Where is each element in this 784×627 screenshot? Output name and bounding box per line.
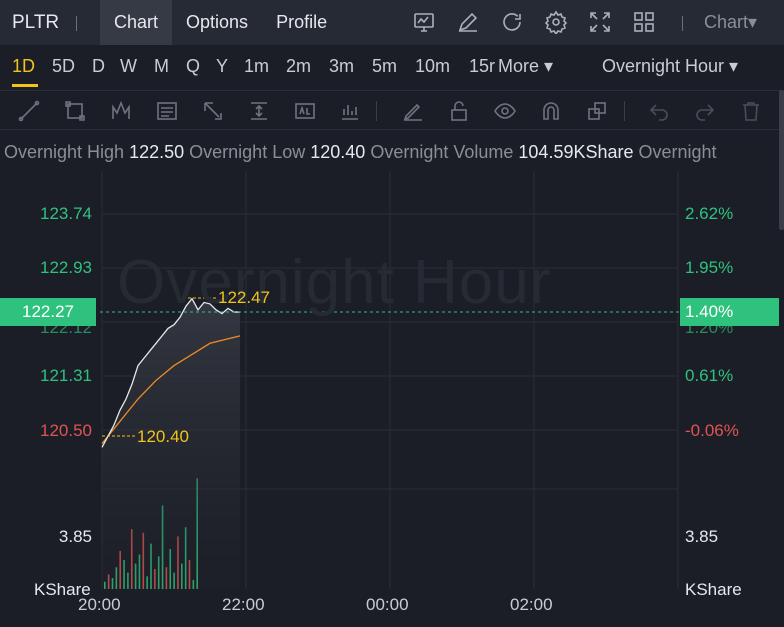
pattern-icon[interactable]: [110, 99, 134, 123]
nav-divider: [682, 16, 683, 31]
timeframe-bar: 1D 5D D W M Q Y 1m 2m 3m 5m 10m 15r More…: [0, 45, 784, 90]
price-tick: 121.31: [40, 366, 92, 385]
overnight-volume-value: 104.59KShare: [518, 142, 634, 162]
overnight-trailing-label: Overnight: [638, 142, 717, 162]
overnight-stats-bar: Overnight High 122.50 Overnight Low 120.…: [0, 131, 784, 171]
price-label-icon[interactable]: [293, 99, 317, 123]
tf-1m[interactable]: 1m: [244, 56, 269, 77]
tf-15m[interactable]: 15r: [469, 56, 495, 77]
chart-canvas[interactable]: [0, 171, 784, 627]
overnight-high-label: Overnight High: [4, 142, 125, 162]
arrow-icon[interactable]: [201, 99, 225, 123]
toolbar-divider: [376, 101, 377, 121]
tab-options[interactable]: Options: [172, 0, 262, 45]
tf-w[interactable]: W: [120, 56, 137, 77]
volume-tick-left: 3.85: [58, 527, 92, 546]
price-chart[interactable]: Overnight Hour 123.74 122.93 121.31 120.…: [0, 171, 784, 627]
tf-q[interactable]: Q: [186, 56, 200, 77]
tab-profile[interactable]: Profile: [262, 0, 341, 45]
trend-line-icon[interactable]: [17, 99, 41, 123]
brush-icon[interactable]: [401, 99, 425, 123]
pct-tick: 2.62%: [685, 204, 734, 223]
price-tick: 120.50: [40, 421, 92, 440]
volume-tick-right: 3.85: [685, 527, 719, 546]
tf-5d[interactable]: 5D: [52, 56, 75, 77]
volume-unit-right: KShare: [685, 580, 742, 599]
tf-2m[interactable]: 2m: [286, 56, 311, 77]
settings-gear-icon[interactable]: [544, 10, 568, 34]
ticker-divider: [76, 16, 77, 31]
tab-chart[interactable]: Chart: [100, 0, 173, 45]
magnet-icon[interactable]: [539, 99, 563, 123]
price-tick: 123.74: [40, 204, 92, 223]
grid-layout-icon[interactable]: [632, 10, 656, 34]
tf-d[interactable]: D: [92, 56, 105, 77]
undo-icon[interactable]: [647, 99, 671, 123]
tf-y[interactable]: Y: [216, 56, 228, 77]
edit-pencil-icon[interactable]: [456, 10, 480, 34]
chart-type-menu[interactable]: Chart▾: [704, 12, 757, 33]
overnight-low-value: 120.40: [310, 142, 366, 162]
tf-m[interactable]: M: [154, 56, 169, 77]
session-watermark: Overnight Hour: [117, 248, 552, 317]
high-marker-label: 122.47: [218, 288, 270, 307]
pct-tick: 0.61%: [685, 366, 734, 385]
low-marker-label: 120.40: [137, 427, 189, 446]
layers-icon[interactable]: [585, 99, 609, 123]
chart-monitor-icon[interactable]: [412, 10, 436, 34]
fullscreen-icon[interactable]: [588, 10, 612, 34]
eye-icon[interactable]: [493, 99, 517, 123]
vertical-scrollbar[interactable]: [779, 90, 784, 230]
bar-stat-icon[interactable]: [338, 99, 362, 123]
overnight-low-label: Overnight Low: [189, 142, 306, 162]
lock-icon[interactable]: [447, 99, 471, 123]
pct-tick: 1.95%: [685, 258, 734, 277]
current-price-badge: 122.27: [0, 298, 96, 326]
drawing-toolbar: [0, 90, 784, 130]
session-select[interactable]: Overnight Hour ▾: [602, 56, 738, 77]
price-tick: 122.93: [40, 258, 92, 277]
redo-icon[interactable]: [693, 99, 717, 123]
pct-tick: -0.06%: [685, 421, 739, 440]
overnight-high-value: 122.50: [129, 142, 185, 162]
time-tick: 00:00: [366, 595, 409, 614]
text-note-icon[interactable]: [155, 99, 179, 123]
tf-1d[interactable]: 1D: [12, 56, 35, 77]
time-tick: 02:00: [510, 595, 553, 614]
time-tick: 22:00: [222, 595, 265, 614]
rectangle-icon[interactable]: [63, 99, 87, 123]
measure-icon[interactable]: [247, 99, 271, 123]
tf-5m[interactable]: 5m: [372, 56, 397, 77]
ticker-symbol: PLTR: [12, 11, 60, 33]
toolbar-divider: [624, 101, 625, 121]
refresh-icon[interactable]: [500, 10, 524, 34]
active-timeframe-indicator: [12, 84, 38, 87]
top-nav: PLTR Chart Options Profile Chart▾: [0, 0, 784, 45]
tf-3m[interactable]: 3m: [329, 56, 354, 77]
tf-more[interactable]: More ▾: [498, 56, 553, 77]
trash-icon[interactable]: [739, 99, 763, 123]
time-tick: 20:00: [78, 595, 121, 614]
current-pct-badge: 1.40%: [680, 298, 779, 326]
overnight-volume-label: Overnight Volume: [370, 142, 514, 162]
tf-10m[interactable]: 10m: [415, 56, 450, 77]
